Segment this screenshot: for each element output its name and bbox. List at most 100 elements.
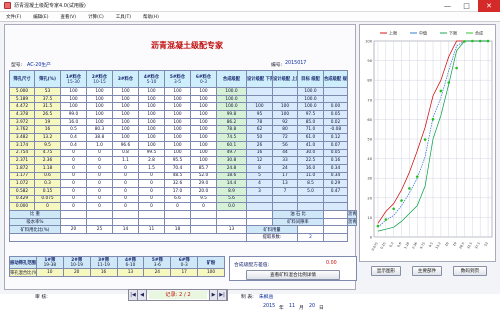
table-cell[interactable]: 0 bbox=[86, 148, 113, 158]
table-cell[interactable]: 1.5 bbox=[138, 163, 165, 173]
table-cell[interactable]: 0 bbox=[86, 194, 113, 204]
density-row-cell[interactable] bbox=[216, 210, 247, 219]
table-cell[interactable]: 100 bbox=[164, 117, 191, 127]
table-cell[interactable]: 100 bbox=[190, 87, 217, 96]
table-cell[interactable]: 0 bbox=[190, 202, 217, 211]
absorb-row-cell[interactable] bbox=[138, 217, 165, 227]
table-cell[interactable]: 100 bbox=[190, 102, 217, 112]
sieve-value[interactable]: 13 bbox=[116, 267, 145, 278]
table-cell[interactable]: 100 bbox=[86, 117, 113, 127]
main-test-button[interactable]: 主要部件 bbox=[412, 266, 442, 276]
mix-ratio-value[interactable]: 14 bbox=[112, 225, 139, 235]
date-day[interactable]: 20 bbox=[309, 304, 315, 309]
table-cell[interactable]: 100 bbox=[138, 110, 165, 119]
table-cell[interactable]: 100 bbox=[112, 87, 139, 96]
sieve-value[interactable]: 16 bbox=[89, 267, 118, 278]
table-cell[interactable]: 100 bbox=[112, 110, 139, 119]
table-cell[interactable]: 0 bbox=[138, 171, 165, 181]
table-cell[interactable]: 99.5 bbox=[138, 148, 165, 158]
table-cell[interactable]: 100 bbox=[164, 125, 191, 135]
table-cell[interactable]: 100 bbox=[86, 94, 113, 104]
table-cell[interactable]: 100 bbox=[112, 133, 139, 142]
table-cell[interactable]: 0 bbox=[60, 156, 87, 165]
table-cell[interactable]: 100 bbox=[190, 133, 217, 142]
table-cell[interactable]: 100 bbox=[138, 102, 165, 112]
table-cell[interactable]: 0 bbox=[112, 194, 139, 204]
absorb-row-cell[interactable] bbox=[190, 217, 217, 227]
mix-ratio-value[interactable]: 18 bbox=[164, 225, 191, 235]
table-cell[interactable]: 99.0 bbox=[60, 110, 87, 119]
table-cell[interactable]: 100 bbox=[112, 94, 139, 104]
table-cell[interactable]: 0.5 bbox=[60, 125, 87, 135]
table-cell[interactable]: 0 bbox=[112, 202, 139, 211]
table-cell[interactable]: 16.0 bbox=[60, 117, 87, 127]
table-cell[interactable]: 100 bbox=[164, 148, 191, 158]
table-cell[interactable]: 0 bbox=[60, 163, 87, 173]
absorb-row-cell[interactable] bbox=[216, 217, 247, 227]
density-row-cell[interactable] bbox=[112, 210, 139, 219]
type-value[interactable]: AC-20生产 bbox=[27, 61, 51, 68]
column-header[interactable]: 设计级配 上限 bbox=[272, 70, 298, 88]
density-row-cell[interactable] bbox=[190, 210, 217, 219]
table-cell[interactable]: 0 bbox=[86, 163, 113, 173]
mix-detail-button[interactable]: 查看矿料混合比例详情 bbox=[246, 270, 340, 280]
code-value[interactable]: 2015017 bbox=[285, 61, 306, 66]
table-cell[interactable]: 0 bbox=[86, 171, 113, 181]
table-cell[interactable]: 100 bbox=[86, 110, 113, 119]
table-cell[interactable]: 0 bbox=[112, 179, 139, 188]
table-cell[interactable]: 1.0 bbox=[86, 140, 113, 150]
table-cell[interactable]: 0.4 bbox=[60, 140, 87, 150]
column-header[interactable]: 合成级配 bbox=[216, 70, 247, 88]
sieve-value[interactable]: 10 bbox=[35, 267, 64, 278]
table-cell[interactable]: 0 bbox=[86, 202, 113, 211]
table-cell[interactable]: 20.0 bbox=[190, 186, 217, 196]
table-cell[interactable]: 52.0 bbox=[190, 171, 217, 181]
date-year[interactable]: 2015 bbox=[263, 304, 275, 309]
table-cell[interactable]: 100 bbox=[190, 110, 217, 119]
table-cell[interactable]: 100 bbox=[164, 94, 191, 104]
table-cell[interactable]: 0.8 bbox=[112, 148, 139, 158]
table-cell[interactable]: 48.5 bbox=[164, 171, 191, 181]
table-cell[interactable]: 0 bbox=[86, 156, 113, 165]
table-cell[interactable]: 85.7 bbox=[190, 163, 217, 173]
last-record-button[interactable]: ▶| bbox=[218, 290, 227, 300]
table-cell[interactable]: 17.0 bbox=[164, 186, 191, 196]
table-cell[interactable]: 100 bbox=[86, 87, 113, 96]
table-cell[interactable]: 100 bbox=[190, 156, 217, 165]
table-cell[interactable]: 100 bbox=[138, 133, 165, 142]
operator-value[interactable]: 朱枫岳 bbox=[259, 293, 273, 300]
menu-edit[interactable]: 编辑(E) bbox=[27, 14, 54, 20]
table-cell[interactable]: 70.4 bbox=[164, 163, 191, 173]
pick-value[interactable]: 2 bbox=[297, 233, 324, 242]
table-cell[interactable]: 100 bbox=[138, 87, 165, 96]
table-cell[interactable]: 100 bbox=[164, 102, 191, 112]
table-cell[interactable]: 100 bbox=[164, 110, 191, 119]
close-button[interactable]: ✕ bbox=[478, 0, 500, 12]
table-cell[interactable]: 0 bbox=[86, 179, 113, 188]
table-cell[interactable]: 0 bbox=[138, 202, 165, 211]
table-cell[interactable]: 100 bbox=[112, 117, 139, 127]
table-cell[interactable]: 100 bbox=[112, 125, 139, 135]
table-cell[interactable]: 0 bbox=[112, 186, 139, 196]
table-cell[interactable]: 0 bbox=[60, 202, 87, 211]
table-cell[interactable]: 100 bbox=[190, 140, 217, 150]
table-cell[interactable]: 100 bbox=[138, 94, 165, 104]
table-cell[interactable]: 100 bbox=[86, 102, 113, 112]
show-chart-button[interactable]: 显示图形 bbox=[371, 266, 401, 276]
menu-view[interactable]: 查看(V) bbox=[54, 14, 82, 20]
calc-button[interactable]: 数码到页 bbox=[453, 266, 487, 276]
table-cell[interactable]: 6.6 bbox=[164, 194, 191, 204]
table-cell[interactable]: 100 bbox=[190, 94, 217, 104]
table-cell[interactable]: 100 bbox=[190, 117, 217, 127]
menu-file[interactable]: 文件(F) bbox=[0, 14, 27, 20]
column-header[interactable]: 2#料仓 10-15 bbox=[86, 70, 113, 88]
table-cell[interactable]: 100 bbox=[60, 94, 87, 104]
mix-ratio-value[interactable]: 13 bbox=[216, 225, 247, 235]
table-cell[interactable]: 100 bbox=[112, 102, 139, 112]
density-row-cell[interactable] bbox=[86, 210, 113, 219]
mix-ratio-value[interactable]: 11 bbox=[138, 225, 165, 235]
table-cell[interactable]: 0 bbox=[138, 179, 165, 188]
table-cell[interactable]: 32.6 bbox=[164, 179, 191, 188]
table-cell[interactable]: 100 bbox=[190, 148, 217, 158]
absorb-row-cell[interactable] bbox=[112, 217, 139, 227]
